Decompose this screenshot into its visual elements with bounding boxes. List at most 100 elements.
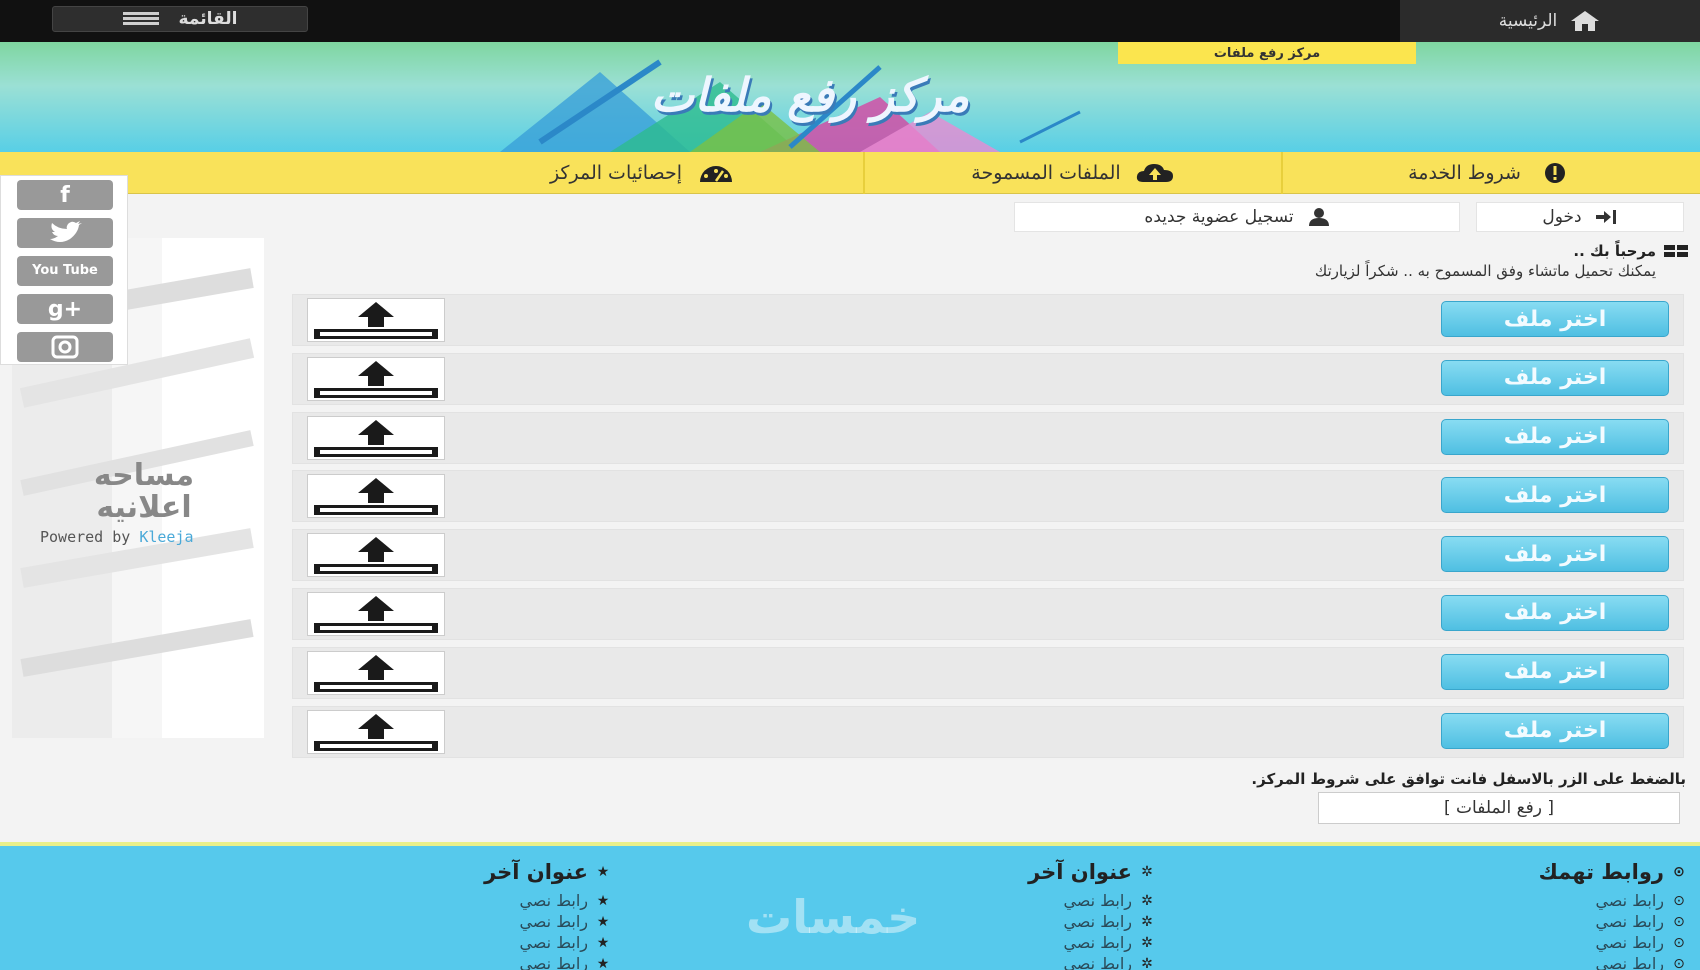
grid-icon xyxy=(1664,245,1688,257)
nav-terms-label: شروط الخدمة xyxy=(1408,162,1521,184)
upload-row: اختر ملف xyxy=(292,411,1684,464)
nav-allowed-files-label: الملفات المسموحة xyxy=(971,162,1121,184)
welcome-heading: مرحباً بك .. xyxy=(1573,242,1688,260)
footer-link[interactable]: ⊙ رابط نصي xyxy=(1539,932,1686,953)
youtube-icon[interactable]: You Tube xyxy=(17,256,113,286)
star-icon: ★ xyxy=(596,913,610,930)
hamburger-icon xyxy=(122,12,159,26)
star-icon: ★ xyxy=(596,892,610,909)
upload-icon[interactable] xyxy=(307,709,445,754)
choose-file-button[interactable]: اختر ملف xyxy=(1441,301,1669,337)
footer-col1-title: ⊙ روابط تهمك xyxy=(1538,860,1685,884)
choose-file-button[interactable]: اختر ملف xyxy=(1441,653,1669,690)
cloud-upload-icon xyxy=(1136,164,1173,182)
footer-link[interactable]: ★ رابط نصي xyxy=(484,911,610,932)
menu-button[interactable]: القائمة xyxy=(52,6,308,32)
gear-icon: ✲ xyxy=(1141,934,1153,951)
top-bar: القائمة الرئيسية xyxy=(0,0,1700,42)
sign-in-icon xyxy=(1595,210,1616,224)
upload-row: اختر ملف xyxy=(292,470,1684,523)
home-label: الرئيسية xyxy=(1498,11,1558,31)
footer-link[interactable]: ✲ رابط نصي xyxy=(1028,953,1154,970)
upload-icon[interactable] xyxy=(307,356,445,401)
upload-row: اختر ملف xyxy=(292,294,1684,346)
social-sidebar: f You Tube g+ xyxy=(0,175,128,365)
login-link[interactable]: دخول xyxy=(1476,202,1684,232)
upload-rows: اختر ملف اختر ملف اختر ملف اختر ملف اختر ملف… xyxy=(292,294,1684,764)
home-link[interactable]: الرئيسية xyxy=(1400,0,1700,42)
google-plus-icon[interactable]: g+ xyxy=(17,294,113,324)
menu-label: القائمة xyxy=(178,9,238,29)
nav-terms[interactable]: شروط الخدمة xyxy=(1281,152,1700,194)
ad-label: مساحه اعلانيه xyxy=(32,460,256,524)
circle-arrow-icon: ⊙ xyxy=(1673,955,1685,970)
upload-row: اختر ملف xyxy=(292,587,1684,640)
footer-link[interactable]: ✲ رابط نصي xyxy=(1028,911,1154,932)
ad-label-line2: اعلانيه xyxy=(96,490,192,525)
terms-note: بالضغط على الزر بالاسفل فانت توافق على ش… xyxy=(1251,770,1686,788)
choose-file-button[interactable]: اختر ملف xyxy=(1441,712,1669,749)
star-icon: ★ xyxy=(596,864,610,880)
register-link[interactable]: تسجيل عضوية جديده xyxy=(1014,202,1460,232)
upload-icon[interactable] xyxy=(307,474,445,519)
upload-icon[interactable] xyxy=(307,298,445,342)
upload-icon[interactable] xyxy=(307,415,445,460)
instagram-icon[interactable] xyxy=(17,332,113,362)
upload-icon[interactable] xyxy=(307,533,445,578)
nav-allowed-files[interactable]: الملفات المسموحة xyxy=(863,152,1281,194)
register-label: تسجيل عضوية جديده xyxy=(1144,207,1294,227)
choose-file-button[interactable]: اختر ملف xyxy=(1441,477,1669,514)
user-icon xyxy=(1308,208,1329,226)
ad-label-line1: مساحه xyxy=(93,458,195,493)
twitter-icon[interactable] xyxy=(17,218,113,248)
login-label: دخول xyxy=(1542,207,1582,227)
upload-row: اختر ملف xyxy=(292,646,1684,699)
footer-link[interactable]: ⊙ رابط نصي xyxy=(1539,911,1686,932)
banner-title: مركز رفع ملفات xyxy=(650,68,970,122)
footer-col-links: ⊙ روابط تهمك ⊙ رابط نصي ⊙ رابط نصي ⊙ رابط نص… xyxy=(1539,860,1686,970)
gauge-icon xyxy=(700,166,733,182)
kleeja-link[interactable]: Kleeja xyxy=(139,528,193,546)
gear-icon: ✲ xyxy=(1141,892,1153,909)
site-banner: مركز رفع ملفات مركز رفع ملفات xyxy=(0,42,1700,152)
facebook-icon[interactable]: f xyxy=(17,180,113,210)
footer-col2-title: ✲ عنوان آخر xyxy=(1028,860,1153,884)
gear-icon: ✲ xyxy=(1141,913,1153,930)
gear-icon: ✲ xyxy=(1141,864,1153,880)
main-nav: شروط الخدمة الملفات المسموحة إحصائيات ال… xyxy=(0,152,1700,194)
footer-link[interactable]: ★ رابط نصي xyxy=(484,890,610,911)
choose-file-button[interactable]: اختر ملف xyxy=(1441,359,1669,396)
circle-arrow-icon: ⊙ xyxy=(1673,892,1685,909)
banner-tag: مركز رفع ملفات xyxy=(1118,42,1416,64)
star-icon: ★ xyxy=(596,955,610,970)
gear-icon: ✲ xyxy=(1141,955,1153,970)
footer-link[interactable]: ⊙ رابط نصي xyxy=(1539,890,1686,911)
upload-row: اختر ملف xyxy=(292,529,1684,582)
footer-link[interactable]: ⊙ رابط نصي xyxy=(1539,953,1686,970)
welcome-text: يمكنك تحميل ماتشاء وفق المسموح به .. شكر… xyxy=(1314,262,1656,280)
footer-link[interactable]: ★ رابط نصي xyxy=(484,953,610,970)
footer-col-3: ★ عنوان آخر ★ رابط نصي ★ رابط نصي ★ رابط نصي… xyxy=(484,860,610,970)
choose-file-button[interactable]: اختر ملف xyxy=(1441,536,1669,573)
footer: ⊙ روابط تهمك ⊙ رابط نصي ⊙ رابط نصي ⊙ رابط نص… xyxy=(0,842,1700,970)
home-icon xyxy=(1571,11,1600,31)
footer-link[interactable]: ✲ رابط نصي xyxy=(1028,932,1154,953)
circle-arrow-icon: ⊙ xyxy=(1673,864,1685,880)
welcome-title: مرحباً بك .. xyxy=(1573,242,1656,260)
footer-col3-title: ★ عنوان آخر xyxy=(484,860,610,884)
powered-by: Powered by Kleeja xyxy=(40,528,194,546)
circle-arrow-icon: ⊙ xyxy=(1673,913,1685,930)
nav-stats[interactable]: إحصائيات المركز xyxy=(423,152,863,194)
upload-submit-button[interactable]: [ رفع الملفات ] xyxy=(1318,792,1680,824)
watermark: خمسات xyxy=(746,890,921,944)
upload-icon[interactable] xyxy=(307,650,445,695)
choose-file-button[interactable]: اختر ملف xyxy=(1441,418,1669,455)
powered-prefix: Powered by xyxy=(40,528,131,546)
footer-link[interactable]: ✲ رابط نصي xyxy=(1028,890,1154,911)
footer-col-2: ✲ عنوان آخر ✲ رابط نصي ✲ رابط نصي ✲ رابط نصي… xyxy=(1028,860,1154,970)
youtube-text: You Tube xyxy=(32,263,98,278)
upload-icon[interactable] xyxy=(307,591,445,636)
footer-link[interactable]: ★ رابط نصي xyxy=(484,932,610,953)
upload-row: اختر ملف xyxy=(292,352,1684,405)
choose-file-button[interactable]: اختر ملف xyxy=(1441,594,1669,631)
